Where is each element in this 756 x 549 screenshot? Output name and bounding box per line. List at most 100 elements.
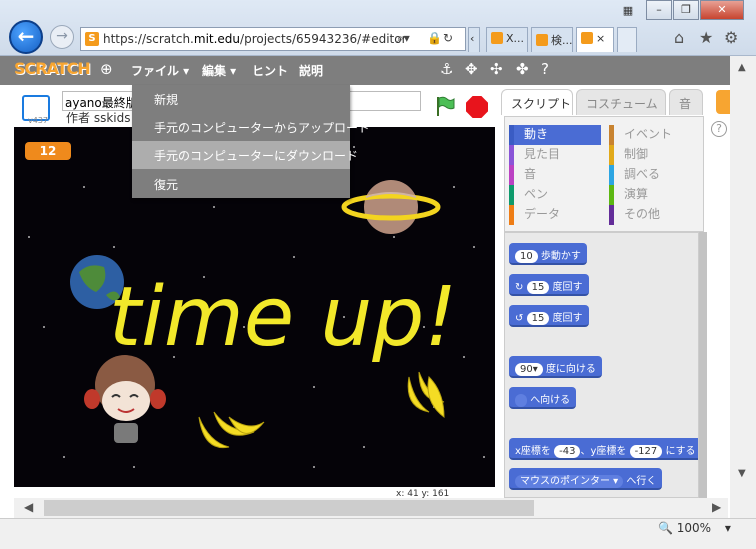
tab-costumes[interactable]: コスチューム bbox=[576, 89, 666, 115]
backpack-handle[interactable] bbox=[716, 90, 730, 114]
home-icon[interactable]: ⌂ bbox=[674, 28, 684, 47]
project-title-input-end[interactable] bbox=[346, 91, 421, 111]
url-text: https://scratch.mit.edu/projects/6594323… bbox=[103, 32, 407, 46]
help-icon[interactable]: ? bbox=[541, 60, 549, 78]
block-turn-left[interactable]: ↺ 15 度回す bbox=[509, 305, 589, 327]
site-favicon: S bbox=[85, 32, 99, 46]
block-input[interactable]: 15 bbox=[526, 281, 550, 294]
version-label: v437 bbox=[28, 116, 49, 125]
page-vertical-scrollbar[interactable]: ▲ ▼ bbox=[730, 56, 756, 518]
shrink-icon[interactable]: ✤ bbox=[516, 60, 529, 78]
category-pen[interactable]: ペン bbox=[509, 185, 601, 205]
scroll-left-arrow[interactable]: ◀ bbox=[24, 500, 33, 514]
category-looks[interactable]: 見た目 bbox=[509, 145, 601, 165]
block-input-x[interactable]: -43 bbox=[554, 445, 581, 458]
chevron-down-icon[interactable]: ▾ bbox=[725, 521, 731, 535]
scratch-logo[interactable]: SCRATCH bbox=[14, 59, 91, 78]
block-move-steps[interactable]: 10 歩動かす bbox=[509, 243, 587, 265]
scroll-right-arrow[interactable]: ▶ bbox=[712, 500, 721, 514]
saturn-planet bbox=[341, 180, 441, 234]
help-icon[interactable]: ? bbox=[711, 121, 727, 137]
category-events[interactable]: イベント bbox=[609, 125, 701, 145]
restore-button[interactable]: ❐ bbox=[673, 0, 699, 20]
minimize-button[interactable]: – bbox=[646, 0, 672, 20]
address-bar[interactable]: S https://scratch.mit.edu/projects/65943… bbox=[80, 27, 466, 51]
block-label: にする bbox=[665, 446, 696, 457]
category-sound[interactable]: 音 bbox=[509, 165, 601, 185]
menu-tips[interactable]: ヒント bbox=[252, 62, 288, 79]
scroll-down-arrow[interactable]: ▼ bbox=[738, 468, 746, 479]
banana-bunch-2 bbox=[407, 371, 445, 419]
rotate-cw-icon: ↻ bbox=[515, 282, 524, 293]
category-data[interactable]: データ bbox=[509, 205, 601, 225]
menu-file[interactable]: ファイル ▾ bbox=[131, 62, 189, 79]
block-categories: 動き 見た目 音 ペン データ イベント 制御 調べる 演算 その他 bbox=[504, 116, 704, 232]
scroll-up-arrow[interactable]: ▲ bbox=[738, 62, 746, 73]
banana-bunch-1 bbox=[198, 411, 265, 449]
menu-edit[interactable]: 編集 ▾ bbox=[202, 62, 236, 79]
block-label: へ向ける bbox=[530, 395, 571, 406]
block-point-towards[interactable]: へ向ける bbox=[509, 387, 577, 409]
globe-icon[interactable]: ⊕ bbox=[100, 60, 113, 78]
score-display: 12 bbox=[25, 142, 71, 160]
zoom-level: 100% bbox=[676, 521, 712, 535]
green-flag-icon[interactable] bbox=[434, 95, 456, 117]
block-label: 度回す bbox=[552, 282, 583, 293]
block-label: 度回す bbox=[552, 313, 583, 324]
search-icon[interactable]: ⌕▾ bbox=[397, 31, 410, 46]
close-window-button[interactable]: ✕ bbox=[700, 0, 744, 20]
tab-favicon bbox=[491, 32, 503, 44]
menu-about[interactable]: 説明 bbox=[299, 62, 323, 79]
block-goto-xy[interactable]: x座標を -43 、y座標を -127 にする bbox=[509, 438, 698, 460]
block-point-direction[interactable]: 90▾ 度に向ける bbox=[509, 356, 602, 378]
menu-item-download[interactable]: 手元のコンピューターにダウンロード bbox=[132, 141, 358, 169]
file-menu-dropdown: 新規 手元のコンピューターからアップロード 手元のコンピューターにダウンロード … bbox=[132, 85, 370, 198]
project-author: 作者 sskids bbox=[66, 111, 131, 125]
block-label: 歩動かす bbox=[540, 251, 581, 262]
blocks-palette: 10 歩動かす ↻ 15 度回す ↺ 15 度回す 90▾ 度に向ける へ向ける… bbox=[504, 232, 699, 498]
block-dropdown[interactable]: マウスのポインター ▾ bbox=[515, 475, 624, 488]
tab-2[interactable]: 検... bbox=[531, 27, 573, 52]
block-turn-right[interactable]: ↻ 15 度回す bbox=[509, 274, 589, 296]
refresh-icon[interactable]: ↻ bbox=[443, 31, 453, 45]
category-more[interactable]: その他 bbox=[609, 205, 701, 225]
monkey-sprite bbox=[84, 355, 166, 443]
category-operators[interactable]: 演算 bbox=[609, 185, 701, 205]
forward-button[interactable]: → bbox=[50, 25, 74, 49]
tab-favicon bbox=[536, 34, 548, 46]
block-dropdown[interactable] bbox=[515, 394, 527, 407]
duplicate-icon[interactable]: ⚓ bbox=[440, 60, 453, 78]
tab-3-active[interactable]: × bbox=[576, 27, 614, 52]
category-sensing[interactable]: 調べる bbox=[609, 165, 701, 185]
tab-scripts[interactable]: スクリプト bbox=[501, 89, 573, 115]
project-title-input[interactable]: ayano最終版 bbox=[62, 91, 134, 111]
block-label: x座標を bbox=[515, 446, 551, 457]
block-goto[interactable]: マウスのポインター ▾ へ行く bbox=[509, 468, 663, 490]
new-tab-button[interactable] bbox=[617, 27, 637, 52]
category-motion[interactable]: 動き bbox=[509, 125, 601, 145]
menu-item-upload[interactable]: 手元のコンピューターからアップロード bbox=[132, 113, 370, 141]
tab-scroll-left[interactable]: ‹ bbox=[468, 27, 480, 52]
status-bar bbox=[0, 518, 756, 549]
zoom-control[interactable]: 🔍 100% ▾ bbox=[658, 521, 731, 535]
block-input[interactable]: 15 bbox=[526, 312, 550, 325]
menu-item-revert[interactable]: 復元 bbox=[132, 170, 350, 198]
gear-icon[interactable]: ⚙ bbox=[724, 28, 738, 47]
delete-icon[interactable]: ✥ bbox=[465, 60, 478, 78]
scrollbar-thumb[interactable] bbox=[44, 500, 534, 516]
windows-icon: ▦ bbox=[622, 4, 634, 17]
lock-icon: 🔒 bbox=[427, 31, 442, 45]
tab-sounds[interactable]: 音 bbox=[669, 89, 703, 115]
tab-1[interactable]: X... bbox=[486, 27, 528, 52]
block-input[interactable]: 90▾ bbox=[515, 363, 543, 376]
grow-icon[interactable]: ✣ bbox=[490, 60, 503, 78]
zoom-icon: 🔍 bbox=[658, 521, 673, 535]
category-control[interactable]: 制御 bbox=[609, 145, 701, 165]
favorites-star-icon[interactable]: ★ bbox=[699, 28, 713, 47]
block-input-y[interactable]: -127 bbox=[629, 445, 663, 458]
back-button[interactable]: ← bbox=[9, 20, 43, 54]
block-input[interactable]: 10 bbox=[515, 250, 538, 263]
menu-item-new[interactable]: 新規 bbox=[132, 85, 350, 113]
palette-scrollbar[interactable] bbox=[699, 232, 707, 498]
block-label: 、y座標を bbox=[580, 446, 627, 457]
